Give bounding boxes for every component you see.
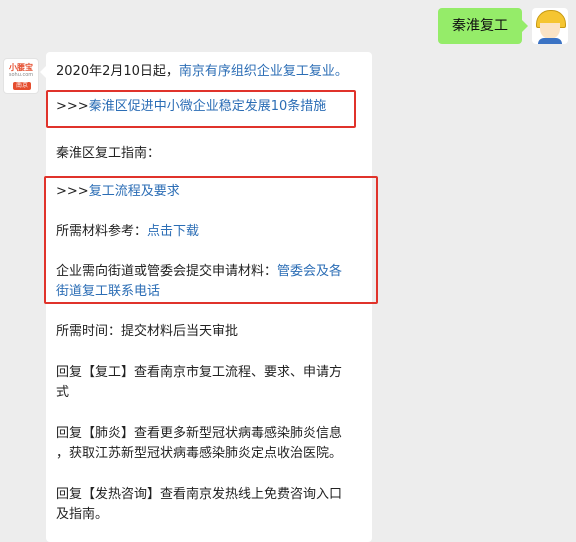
reply-feiyan-line1: 回复【肺炎】查看更多新型冠状病毒感染肺炎信息 — [56, 426, 343, 441]
reply-fugong-line1: 回复【复工】查看南京市复工流程、要求、申请方 — [56, 365, 343, 380]
reply-fare-line1: 回复【发热咨询】查看南京发热线上免费咨询入口 — [56, 487, 343, 502]
submit-line: 企业需向街道或管委会提交申请材料：管委会及各 — [56, 264, 343, 279]
user-avatar[interactable] — [532, 8, 568, 44]
recovery-notice-link[interactable]: 南京有序组织企业复工复业。 — [179, 64, 348, 79]
reply-fare-line2: 及指南。 — [56, 507, 109, 522]
reply-fugong-line2: 式 — [56, 385, 70, 400]
materials-line: 所需材料参考：点击下载 — [56, 224, 200, 239]
official-account-avatar[interactable]: 小腰宝 sohu.com 南京 — [3, 58, 39, 94]
outgoing-message-row: 秦淮复工 — [438, 6, 568, 46]
measures-link[interactable]: 秦淮区促进中小微企业稳定发展10条措施 — [89, 99, 327, 114]
date-line: 2020年2月10日起，南京有序组织企业复工复业。 — [56, 64, 348, 79]
guide-title: 秦淮区复工指南： — [56, 146, 161, 161]
incoming-message-bubble: 2020年2月10日起，南京有序组织企业复工复业。 >>>秦淮区促进中小微企业稳… — [40, 52, 378, 542]
avatar-brand-text: 小腰宝 — [9, 63, 33, 72]
avatar-city-badge: 南京 — [13, 82, 32, 90]
time-line: 所需时间：提交材料后当天审批 — [56, 324, 239, 339]
download-link[interactable]: 点击下载 — [147, 224, 199, 239]
contact-link-part2[interactable]: 街道复工联系电话 — [56, 282, 160, 302]
avatar-site-text: sohu.com — [8, 72, 34, 78]
measures-line: >>>秦淮区促进中小微企业稳定发展10条措施 — [56, 99, 327, 114]
reply-feiyan-line2: ，获取江苏新型冠状病毒感染肺炎定点收治医院。 — [56, 446, 343, 461]
outgoing-message-bubble[interactable]: 秦淮复工 — [438, 8, 528, 44]
process-link[interactable]: 复工流程及要求 — [89, 184, 180, 199]
process-line: >>>复工流程及要求 — [56, 184, 180, 199]
contact-link-part1[interactable]: 管委会及各 — [277, 264, 342, 279]
